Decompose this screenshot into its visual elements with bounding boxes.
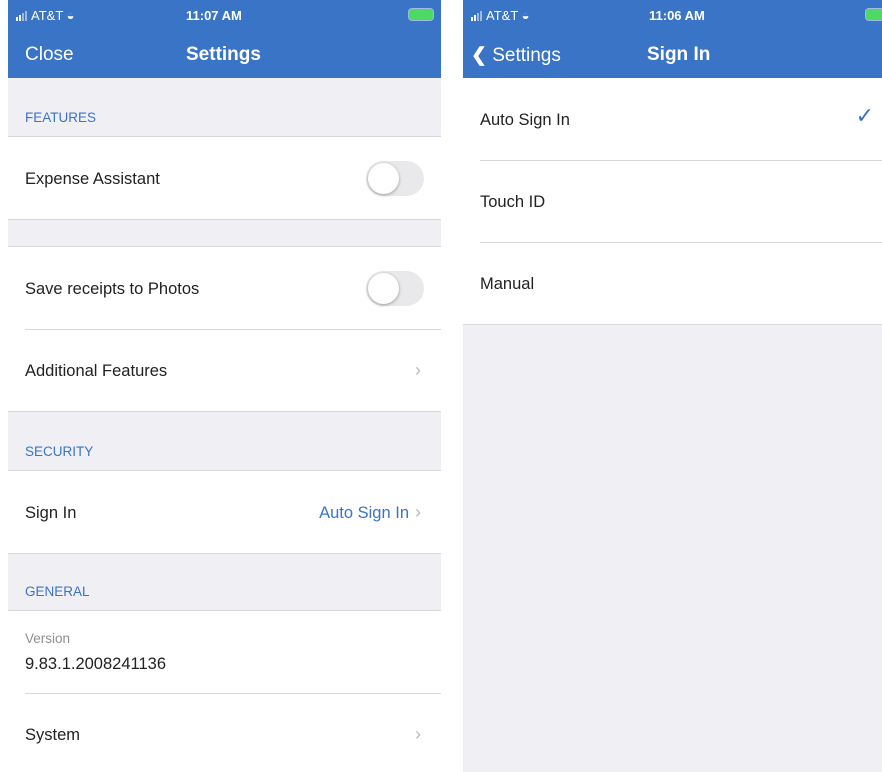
chevron-left-icon: ❮ <box>471 45 487 66</box>
carrier-label: AT&T <box>31 8 64 23</box>
chevron-right-icon: › <box>415 360 421 380</box>
status-time: 11:07 AM <box>186 8 242 23</box>
option-auto-sign-in[interactable]: Auto Sign In ✓ <box>463 78 882 160</box>
status-bar: AT&T ◒ 11:06 AM <box>463 0 882 30</box>
wifi-icon: ◒ <box>66 8 75 23</box>
option-label: Touch ID <box>480 193 546 211</box>
sign-in-options: Auto Sign In ✓ Touch ID Manual <box>463 78 882 325</box>
photos-group: Save receipts to Photos Additional Featu… <box>8 246 441 412</box>
expense-assistant-toggle[interactable] <box>366 161 424 196</box>
signal-icon <box>471 9 483 24</box>
back-button-label: Settings <box>492 45 561 66</box>
save-receipts-label: Save receipts to Photos <box>25 280 200 298</box>
sign-in-screen: AT&T ◒ 11:06 AM ❮ Settings Sign In Auto … <box>463 0 882 772</box>
back-button[interactable]: ❮ Settings <box>471 44 561 67</box>
toggle-knob <box>368 163 399 194</box>
additional-features-label: Additional Features <box>25 362 168 380</box>
toggle-knob <box>368 273 399 304</box>
version-row: Version 9.83.1.2008241136 <box>8 611 441 693</box>
status-time: 11:06 AM <box>649 8 705 23</box>
wifi-icon: ◒ <box>521 8 530 23</box>
system-label: System <box>25 726 81 744</box>
section-header-features: FEATURES <box>25 110 97 125</box>
carrier-indicator: AT&T ◒ <box>16 8 75 24</box>
security-group: Sign In Auto Sign In › <box>8 470 441 554</box>
expense-assistant-label: Expense Assistant <box>25 170 160 188</box>
system-row[interactable]: System › <box>8 693 441 772</box>
sign-in-row[interactable]: Sign In Auto Sign In › <box>8 471 441 553</box>
save-receipts-toggle[interactable] <box>366 271 424 306</box>
option-label: Auto Sign In <box>480 111 570 129</box>
expense-assistant-row: Expense Assistant <box>8 137 441 219</box>
chevron-right-icon: › <box>415 724 421 744</box>
page-title: Settings <box>186 44 261 65</box>
section-header-general: GENERAL <box>25 584 90 599</box>
chevron-right-icon: › <box>415 502 421 522</box>
nav-bar: AT&T ◒ 11:06 AM ❮ Settings Sign In <box>463 0 882 78</box>
carrier-indicator: AT&T ◒ <box>471 8 530 24</box>
battery-icon <box>409 9 433 20</box>
close-button[interactable]: Close <box>25 44 74 66</box>
option-touch-id[interactable]: Touch ID <box>463 160 882 242</box>
section-header-security: SECURITY <box>25 444 94 459</box>
option-label: Manual <box>480 275 535 293</box>
save-receipts-row: Save receipts to Photos <box>8 247 441 329</box>
signal-icon <box>16 9 28 24</box>
status-bar: AT&T ◒ 11:07 AM <box>8 0 441 30</box>
battery-icon <box>866 9 882 20</box>
additional-features-row[interactable]: Additional Features › <box>8 329 441 411</box>
checkmark-icon: ✓ <box>855 103 874 128</box>
general-group: Version 9.83.1.2008241136 System › <box>8 610 441 772</box>
features-group: Expense Assistant <box>8 136 441 220</box>
nav-bar: AT&T ◒ 11:07 AM Close Settings <box>8 0 441 78</box>
sign-in-label: Sign In <box>25 504 77 522</box>
version-label: Version <box>25 631 71 646</box>
carrier-label: AT&T <box>486 8 519 23</box>
settings-screen: AT&T ◒ 11:07 AM Close Settings FEATURES … <box>8 0 441 772</box>
page-title: Sign In <box>647 44 711 65</box>
version-value: 9.83.1.2008241136 <box>25 655 166 673</box>
sign-in-value: Auto Sign In <box>319 504 409 522</box>
option-manual[interactable]: Manual <box>463 242 882 324</box>
